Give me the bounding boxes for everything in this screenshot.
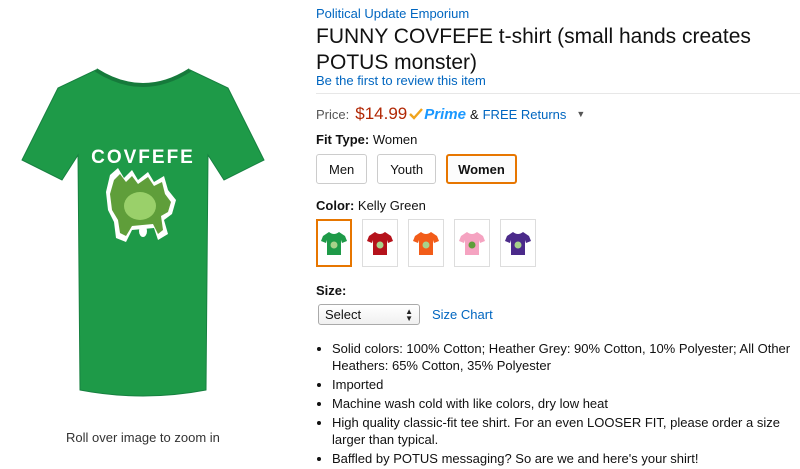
swatch-orange[interactable] (408, 219, 444, 267)
list-item: Machine wash cold with like colors, dry … (332, 395, 800, 412)
fit-option-men[interactable]: Men (316, 154, 368, 184)
color-heading: Color: (316, 198, 355, 213)
free-returns-link[interactable]: FREE Returns (483, 107, 567, 122)
fit-type-label: Fit Type: Women (316, 132, 417, 147)
prime-label: Prime (424, 105, 466, 123)
swatch-purple[interactable] (500, 219, 536, 267)
prime-check-icon (409, 108, 424, 120)
size-select[interactable]: Select ▲ ▼ (318, 304, 420, 325)
color-swatches (316, 219, 546, 267)
fit-type-heading: Fit Type: (316, 132, 370, 147)
tshirt-icon (367, 232, 393, 255)
color-selected: Kelly Green (357, 198, 426, 213)
size-select-value: Select (325, 307, 362, 322)
list-item: Baffled by POTUS messaging? So are we an… (332, 450, 800, 467)
product-image[interactable]: COVFEFE (18, 30, 268, 410)
select-arrows-icon: ▲ ▼ (405, 306, 413, 323)
color-label: Color: Kelly Green (316, 198, 426, 213)
fit-type-selected: Women (372, 132, 418, 147)
brand-link[interactable]: Political Update Emporium (316, 6, 469, 21)
swatch-pink[interactable] (454, 219, 490, 267)
fit-option-youth[interactable]: Youth (377, 154, 437, 184)
fit-option-women[interactable]: Women (446, 154, 517, 184)
divider (316, 93, 800, 94)
list-item: High quality classic-fit tee shirt. For … (332, 414, 800, 448)
price-label: Price: (316, 106, 350, 122)
fit-type-options: Men Youth Women (316, 154, 527, 184)
shirt-print-text: COVFEFE (91, 147, 195, 168)
list-item: Solid colors: 100% Cotton; Heather Grey:… (332, 340, 800, 374)
amp-text: & (469, 106, 479, 122)
size-label: Size: (316, 283, 347, 298)
zoom-hint: Roll over image to zoom in (66, 430, 220, 445)
price-value: $14.99 (355, 104, 408, 123)
product-title: FUNNY COVFEFE t-shirt (small hands creat… (316, 25, 751, 74)
tshirt-icon (505, 232, 531, 255)
chevron-down-icon[interactable]: ▼ (576, 109, 585, 119)
review-link[interactable]: Be the first to review this item (316, 73, 486, 88)
prime-badge: Prime (409, 106, 466, 123)
image-panel: COVFEFE Roll over image to zoom in (0, 0, 300, 450)
size-row: Select ▲ ▼ Size Chart (318, 304, 493, 325)
swatch-red[interactable] (362, 219, 398, 267)
tshirt-icon (413, 232, 439, 255)
tshirt-icon (459, 232, 485, 255)
size-chart-link[interactable]: Size Chart (432, 307, 493, 322)
price-row: Price: $14.99 Prime & FREE Returns ▼ (316, 104, 585, 124)
swatch-kelly-green[interactable] (316, 219, 352, 267)
tshirt-icon (321, 232, 347, 255)
list-item: Imported (332, 376, 800, 393)
